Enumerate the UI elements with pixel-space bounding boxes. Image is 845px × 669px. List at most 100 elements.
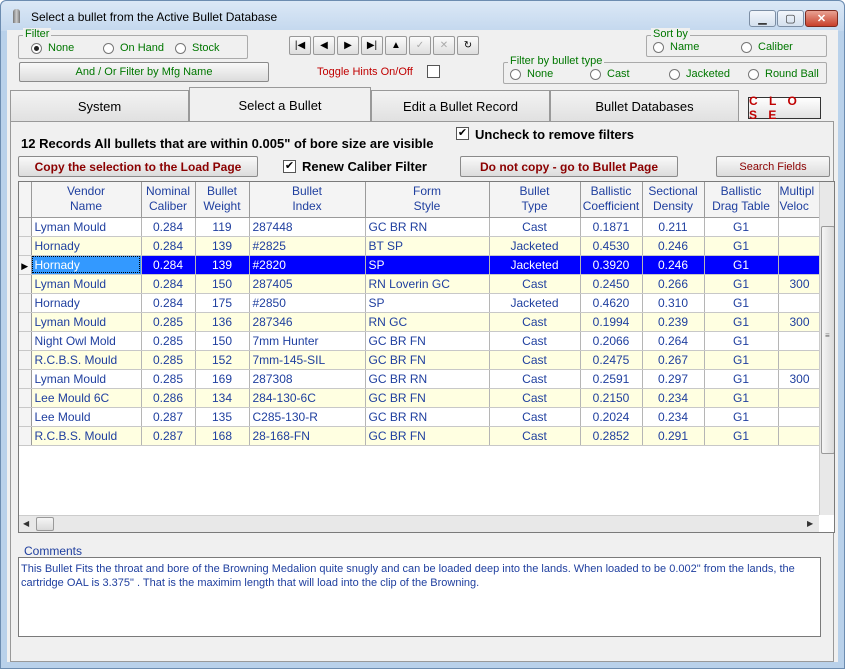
cell-caliber[interactable]: 0.284 <box>141 274 196 294</box>
table-row[interactable]: Lyman Mould 0.284 119 287448 GC BR RN Cast 0.1… <box>19 217 822 237</box>
table-row[interactable]: Lyman Mould 0.285 136 287346 RN GC Cast 0.1994… <box>19 312 822 332</box>
tab-edit-bullet-record[interactable]: Edit a Bullet Record <box>371 90 550 122</box>
cell-form[interactable]: SP <box>365 293 490 313</box>
cell-bc[interactable]: 0.4530 <box>580 236 643 256</box>
table-row[interactable]: Night Owl Mold 0.285 150 7mm Hunter GC BR FN… <box>19 331 822 351</box>
cell-form[interactable]: GC BR FN <box>365 388 490 408</box>
cell-type[interactable]: Cast <box>489 426 581 446</box>
cell-type[interactable]: Cast <box>489 217 581 237</box>
comments-box[interactable]: This Bullet Fits the throat and bore of … <box>18 557 821 637</box>
filter-none-radio[interactable]: None <box>31 42 74 54</box>
row-selector[interactable] <box>19 350 32 370</box>
cell-caliber[interactable]: 0.284 <box>141 255 196 275</box>
cell-mv[interactable]: 300 <box>778 369 822 389</box>
cell-form[interactable]: GC BR RN <box>365 217 490 237</box>
cell-mv[interactable] <box>778 388 822 408</box>
cell-index[interactable]: #2820 <box>249 255 366 275</box>
cell-vendor[interactable]: Lyman Mould <box>31 274 142 294</box>
cell-sd[interactable]: 0.239 <box>642 312 705 332</box>
cell-weight[interactable]: 119 <box>195 217 250 237</box>
cell-bc[interactable]: 0.2066 <box>580 331 643 351</box>
cell-caliber[interactable]: 0.285 <box>141 312 196 332</box>
cell-mv[interactable] <box>778 217 822 237</box>
cell-drag[interactable]: G1 <box>704 274 779 294</box>
cell-vendor[interactable]: Lyman Mould <box>31 217 142 237</box>
cell-mv[interactable] <box>778 236 822 256</box>
cell-drag[interactable]: G1 <box>704 293 779 313</box>
cell-sd[interactable]: 0.246 <box>642 236 705 256</box>
cell-weight[interactable]: 136 <box>195 312 250 332</box>
cell-form[interactable]: GC BR FN <box>365 350 490 370</box>
cell-weight[interactable]: 152 <box>195 350 250 370</box>
cell-drag[interactable]: G1 <box>704 426 779 446</box>
first-record-button[interactable]: |◀ <box>289 36 311 55</box>
cell-mv[interactable]: 300 <box>778 274 822 294</box>
sort-name-radio[interactable]: Name <box>653 41 699 53</box>
cell-weight[interactable]: 135 <box>195 407 250 427</box>
cell-form[interactable]: SP <box>365 255 490 275</box>
cell-type[interactable]: Cast <box>489 350 581 370</box>
cell-vendor[interactable]: Lee Mould <box>31 407 142 427</box>
cell-sd[interactable]: 0.211 <box>642 217 705 237</box>
cell-type[interactable]: Jacketed <box>489 255 581 275</box>
minimize-button[interactable]: ▁ <box>749 10 776 27</box>
cell-index[interactable]: 287308 <box>249 369 366 389</box>
cell-form[interactable]: RN GC <box>365 312 490 332</box>
table-row[interactable]: Hornady 0.284 139 #2825 BT SP Jacketed 0.4530 0… <box>19 236 822 256</box>
cell-mv[interactable] <box>778 350 822 370</box>
title-bar[interactable]: Select a bullet from the Active Bullet D… <box>1 1 844 31</box>
cell-bc[interactable]: 0.2024 <box>580 407 643 427</box>
filter-checkbox[interactable]: ✔ <box>456 127 469 140</box>
cell-weight[interactable]: 139 <box>195 255 250 275</box>
table-row[interactable]: ▶ Hornady 0.284 139 #2820 SP Jacketed 0.3920 0.2… <box>19 255 822 275</box>
column-header[interactable]: Bullet Type <box>489 182 581 218</box>
cell-bc[interactable]: 0.2475 <box>580 350 643 370</box>
column-header[interactable]: Multipl Veloc <box>778 182 822 218</box>
cell-type[interactable]: Cast <box>489 388 581 408</box>
cancel-edit-button[interactable]: ✕ <box>433 36 455 55</box>
cell-sd[interactable]: 0.246 <box>642 255 705 275</box>
renew-caliber-checkbox[interactable]: ✔ <box>283 160 296 173</box>
scroll-left-icon[interactable]: ◀ <box>23 519 29 528</box>
cell-sd[interactable]: 0.297 <box>642 369 705 389</box>
column-header[interactable]: Form Style <box>365 182 490 218</box>
cell-vendor[interactable]: R.C.B.S. Mould <box>31 426 142 446</box>
type-round-ball-radio[interactable]: Round Ball <box>748 68 819 80</box>
cell-bc[interactable]: 0.2450 <box>580 274 643 294</box>
cell-drag[interactable]: G1 <box>704 369 779 389</box>
table-row[interactable]: R.C.B.S. Mould 0.287 168 28-168-FN GC BR FN C… <box>19 426 822 446</box>
cell-caliber[interactable]: 0.287 <box>141 407 196 427</box>
cell-index[interactable]: 284-130-6C <box>249 388 366 408</box>
cell-index[interactable]: 287346 <box>249 312 366 332</box>
row-selector[interactable] <box>19 426 32 446</box>
cell-weight[interactable]: 169 <box>195 369 250 389</box>
cell-type[interactable]: Cast <box>489 369 581 389</box>
cell-vendor[interactable]: R.C.B.S. Mould <box>31 350 142 370</box>
cell-type[interactable]: Cast <box>489 312 581 332</box>
window-close-button[interactable]: ✕ <box>805 10 838 27</box>
cell-sd[interactable]: 0.310 <box>642 293 705 313</box>
cell-bc[interactable]: 0.1994 <box>580 312 643 332</box>
type-jacketed-radio[interactable]: Jacketed <box>669 68 730 80</box>
copy-to-load-page-button[interactable]: Copy the selection to the Load Page <box>18 156 258 177</box>
column-header[interactable]: Ballistic Coefficient <box>580 182 643 218</box>
cell-type[interactable]: Cast <box>489 407 581 427</box>
tab-system[interactable]: System <box>10 90 189 122</box>
cell-weight[interactable]: 139 <box>195 236 250 256</box>
tab-bullet-databases[interactable]: Bullet Databases <box>550 90 739 122</box>
cell-weight[interactable]: 150 <box>195 331 250 351</box>
cell-caliber[interactable]: 0.285 <box>141 350 196 370</box>
next-record-button[interactable]: ▶ <box>337 36 359 55</box>
cell-sd[interactable]: 0.267 <box>642 350 705 370</box>
cell-form[interactable]: GC BR FN <box>365 331 490 351</box>
scroll-right-icon[interactable]: ▶ <box>807 519 813 528</box>
cell-drag[interactable]: G1 <box>704 407 779 427</box>
row-selector[interactable] <box>19 331 32 351</box>
type-none-radio[interactable]: None <box>510 68 553 80</box>
cell-sd[interactable]: 0.291 <box>642 426 705 446</box>
cell-weight[interactable]: 175 <box>195 293 250 313</box>
cell-drag[interactable]: G1 <box>704 255 779 275</box>
cell-drag[interactable]: G1 <box>704 312 779 332</box>
cell-index[interactable]: 287448 <box>249 217 366 237</box>
cell-bc[interactable]: 0.2591 <box>580 369 643 389</box>
